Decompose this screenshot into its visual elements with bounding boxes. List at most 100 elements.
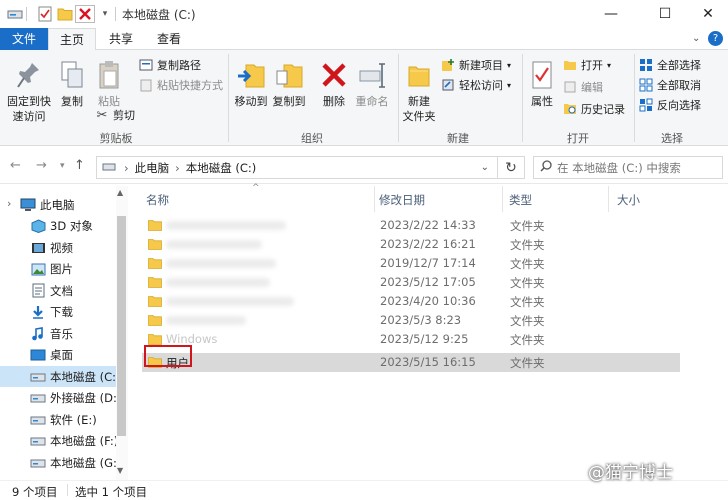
maximize-button[interactable]: ☐ [642,0,688,28]
column-divider[interactable] [608,186,609,212]
breadcrumb-drive-c[interactable]: 本地磁盘 (C:) [186,160,257,176]
new-item-button[interactable]: 新建项目 ▾ [440,56,511,74]
address-bar[interactable]: › 此电脑 › 本地磁盘 (C:) ⌄ [96,156,498,179]
nav-item[interactable]: › 此电脑 [0,194,116,215]
up-icon[interactable]: ↑ [74,158,85,173]
paste-shortcut-button[interactable]: 粘贴快捷方式 [138,76,223,94]
refresh-button[interactable]: ↻ [498,156,525,179]
copy-button[interactable]: 复制 [56,58,88,109]
pin-quick-access-button[interactable]: 固定到快 速访问 [6,58,52,124]
edit-button[interactable]: 编辑 [562,78,603,96]
properties-label: 属性 [531,95,553,108]
close-button[interactable]: ✕ [685,0,728,28]
file-row[interactable]: 2023/5/12 17:05 文件夹 [142,273,680,292]
cut-label: 剪切 [113,109,135,122]
new-folder-label-1: 新建 [408,95,430,108]
copy-to-button[interactable]: 复制到 [270,58,308,109]
column-name[interactable]: 名称 [146,192,169,208]
nav-item[interactable]: 本地磁盘 (G:) [0,452,121,473]
copy-path-button[interactable]: 复制路径 [138,56,201,74]
breadcrumb-separator: › [124,160,129,175]
nav-item[interactable]: 桌面 [0,345,116,366]
select-none-label: 全部取消 [657,79,701,92]
minimize-button[interactable]: — [588,0,634,28]
column-date[interactable]: 修改日期 [379,192,425,208]
breadcrumb-this-pc[interactable]: 此电脑 [135,160,170,176]
nav-item[interactable]: 本地磁盘 (F:) [0,431,118,452]
properties-button[interactable]: 属性 [524,58,560,109]
delete-button[interactable]: 删除 [318,58,350,109]
edit-icon [562,80,578,94]
column-size[interactable]: 大小 [617,192,640,208]
scroll-up-icon[interactable]: ▲ [117,188,123,197]
file-row[interactable]: 2023/2/22 14:33 文件夹 [142,216,680,235]
nav-item[interactable]: 文档 [0,280,116,301]
nav-item[interactable]: 3D 对象 [0,216,116,237]
select-all-button[interactable]: 全部选择 [638,56,701,74]
address-dropdown-icon[interactable]: ⌄ [481,162,489,173]
help-icon[interactable]: ? [708,31,723,46]
new-folder-quick-icon[interactable] [56,5,74,23]
nav-item[interactable]: 视频 [0,237,116,258]
invert-selection-button[interactable]: 反向选择 [638,96,701,114]
nav-item[interactable]: 下载 [0,302,116,323]
file-type: 文件夹 [510,356,545,370]
redacted-name [166,221,286,230]
tab-file[interactable]: 文件 [0,28,48,50]
ribbon-divider [634,54,635,142]
tab-view[interactable]: 查看 [146,28,192,50]
redacted-name [166,278,270,287]
easy-access-button[interactable]: 轻松访问 ▾ [440,76,511,94]
drive-icon[interactable] [6,5,24,23]
nav-item[interactable]: 音乐 [0,323,116,344]
navigation-pane: › 此电脑 3D 对象视频 图片 文档 下载 音乐 桌面 本地磁盘 (C:) 外接磁盘 (D:) 软… [0,186,128,480]
nav-item-label: 3D 对象 [50,219,93,233]
forward-icon[interactable]: → [36,158,47,173]
nav-item[interactable]: 本地磁盘 (C:) [0,366,121,387]
tab-share[interactable]: 共享 [98,28,144,50]
file-row[interactable]: 2019/12/7 17:14 文件夹 [142,254,680,273]
collapse-ribbon-icon[interactable]: ⌄ [692,33,700,44]
file-row[interactable]: Windows 2023/5/12 9:25 文件夹 [142,330,680,349]
copy-icon [60,58,84,92]
select-none-button[interactable]: 全部取消 [638,76,701,94]
file-type: 文件夹 [510,219,545,233]
easy-access-icon [440,78,456,92]
file-row[interactable]: 2023/4/20 10:36 文件夹 [142,292,680,311]
customize-toolbar-icon[interactable]: ▾ [98,5,112,23]
dropdown-arrow-icon: ▾ [607,60,612,70]
properties-icon [531,58,553,92]
close-x-quick-icon[interactable] [75,5,95,23]
nav-item[interactable]: 外接磁盘 (D:) [0,388,121,409]
nav-item[interactable]: 软件 (E:) [0,409,116,430]
drive-icon [30,391,46,405]
tab-home[interactable]: 主页 [48,28,96,51]
file-row[interactable]: 2023/2/22 16:21 文件夹 [142,235,680,254]
nav-scroll-thumb[interactable] [117,216,126,436]
sort-ascending-icon: ^ [252,183,260,193]
column-type[interactable]: 类型 [509,192,532,208]
copy-path-icon [138,59,154,71]
paste-button[interactable]: 粘贴 [92,58,126,109]
recent-locations-icon[interactable]: ▾ [60,161,65,171]
open-button[interactable]: 打开 ▾ [562,56,611,74]
move-to-button[interactable]: 移动到 [232,58,270,109]
rename-button[interactable]: 重命名 [354,58,390,109]
column-divider[interactable] [502,186,503,212]
nav-item[interactable]: 图片 [0,259,116,280]
group-select-label: 选择 [661,132,683,145]
file-row[interactable]: 用户 2023/5/15 16:15 文件夹 [142,353,680,372]
cut-button[interactable]: ✂ 剪切 [94,106,135,124]
history-button[interactable]: 历史记录 [562,100,625,118]
file-row[interactable]: 2023/5/3 8:23 文件夹 [142,311,680,330]
file-date: 2023/5/12 9:25 [380,332,469,346]
column-divider[interactable] [374,186,375,212]
scroll-down-icon[interactable]: ▼ [117,466,123,475]
redacted-name [166,297,294,306]
expand-chevron-icon[interactable]: › [7,197,11,210]
redacted-name [166,259,276,268]
properties-icon[interactable] [36,5,54,23]
new-folder-button[interactable]: 新建 文件夹 [400,58,438,124]
back-icon[interactable]: ← [10,158,21,173]
search-box[interactable]: 在 本地磁盘 (C:) 中搜索 [533,156,723,179]
